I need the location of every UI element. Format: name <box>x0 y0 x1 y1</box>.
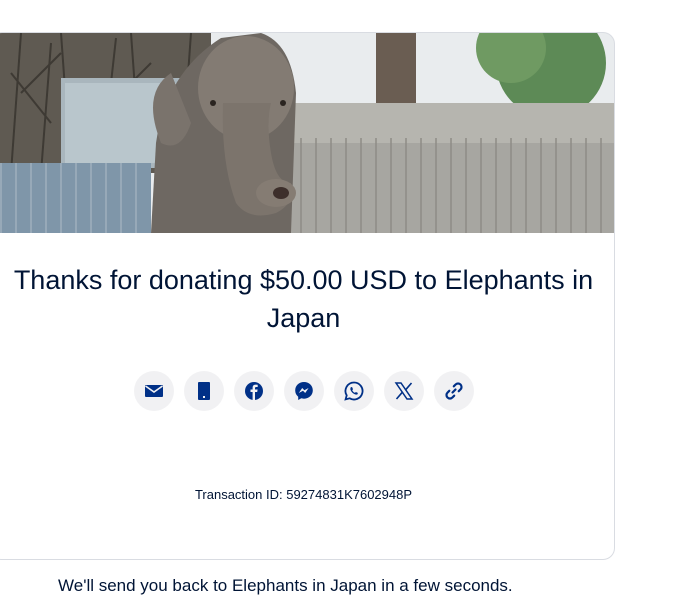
share-email-button[interactable] <box>134 371 174 411</box>
share-x-button[interactable] <box>384 371 424 411</box>
whatsapp-icon <box>344 381 364 401</box>
donation-confirmation-card: Thanks for donating $50.00 USD to Elepha… <box>0 32 615 560</box>
sms-icon <box>198 382 210 400</box>
transaction-id: Transaction ID: 59274831K7602948P <box>194 487 413 502</box>
share-whatsapp-button[interactable] <box>334 371 374 411</box>
redirect-message: We'll send you back to Elephants in Japa… <box>58 576 513 595</box>
share-sms-button[interactable] <box>184 371 224 411</box>
thanks-title: Thanks for donating $50.00 USD to Elepha… <box>13 265 594 333</box>
facebook-icon <box>245 382 263 400</box>
share-facebook-button[interactable] <box>234 371 274 411</box>
x-icon <box>394 382 414 400</box>
share-messenger-button[interactable] <box>284 371 324 411</box>
email-icon <box>145 385 163 397</box>
elephant-photo <box>0 33 614 233</box>
messenger-icon <box>295 382 313 400</box>
share-copy-link-button[interactable] <box>434 371 474 411</box>
link-icon <box>445 382 463 400</box>
share-buttons <box>134 371 474 411</box>
